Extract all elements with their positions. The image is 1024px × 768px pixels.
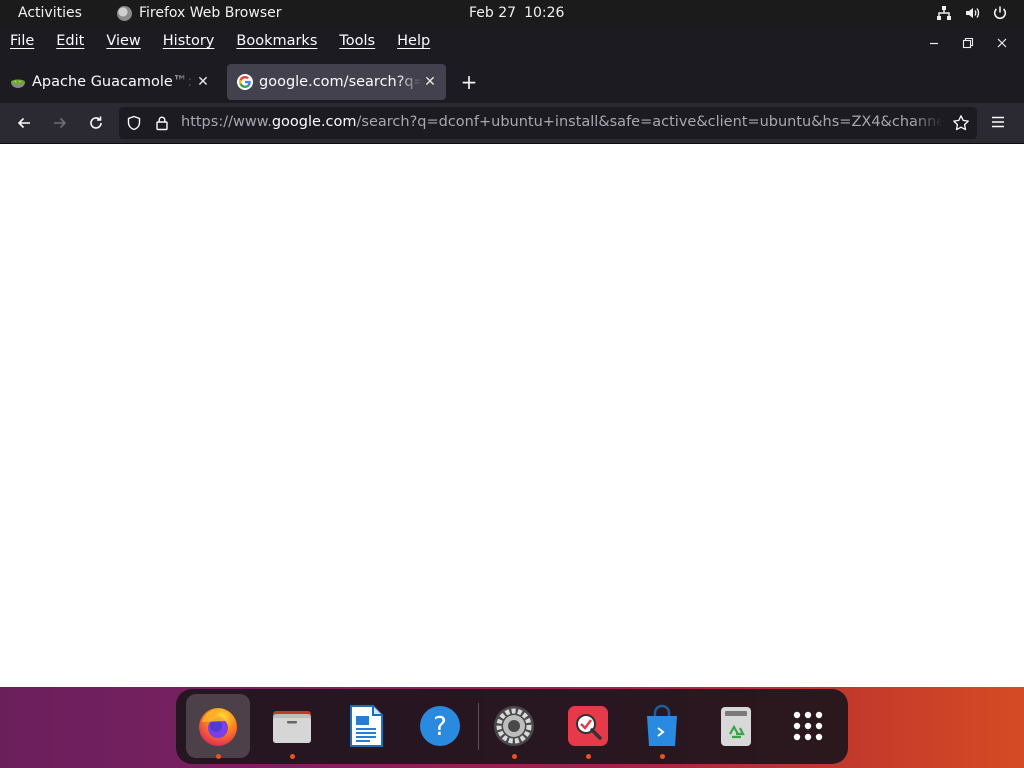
url-bar[interactable]: https://www.google.com/search?q=dconf+ub… bbox=[119, 107, 977, 139]
dock-trash[interactable] bbox=[704, 694, 768, 758]
menu-tools[interactable]: Tools bbox=[339, 33, 386, 49]
menu-view[interactable]: View bbox=[106, 33, 151, 49]
system-tray[interactable] bbox=[936, 5, 1008, 21]
tracking-protection-shield-icon[interactable] bbox=[126, 115, 142, 135]
close-icon bbox=[997, 38, 1007, 48]
dock-software-store[interactable] bbox=[630, 694, 694, 759]
clock-time: 10:26 bbox=[524, 5, 565, 21]
dock-show-apps[interactable] bbox=[776, 694, 840, 758]
dock-screenshot-tool[interactable] bbox=[556, 694, 620, 759]
network-icon bbox=[936, 5, 952, 21]
activities-button[interactable]: Activities bbox=[18, 5, 82, 21]
tab-close-icon[interactable]: ✕ bbox=[422, 74, 438, 90]
tab-title: Apache Guacamole™: 1.4 bbox=[32, 74, 195, 90]
firefox-mini-icon bbox=[117, 5, 132, 21]
gnome-top-bar: Activities Firefox Web Browser Feb 27 10… bbox=[0, 0, 1024, 27]
url-path: /search?q=dconf+ubuntu+install&safe=acti… bbox=[356, 114, 943, 130]
running-indicator bbox=[586, 754, 591, 759]
menu-help[interactable]: Help bbox=[397, 33, 441, 49]
forward-arrow-icon[interactable] bbox=[50, 113, 70, 133]
app-menu-label: Firefox Web Browser bbox=[139, 5, 282, 21]
running-indicator bbox=[660, 754, 665, 759]
files-icon bbox=[273, 711, 311, 743]
tab-google-search[interactable]: google.com/search?q=dc ✕ bbox=[227, 64, 446, 100]
guacamole-bowl-icon bbox=[10, 74, 26, 90]
minimize-icon bbox=[930, 42, 938, 45]
menu-bar: File Edit View History Bookmarks Tools H… bbox=[0, 27, 1024, 61]
trash-icon bbox=[721, 707, 751, 746]
tab-title: google.com/search?q=dc bbox=[259, 74, 422, 90]
menu-edit[interactable]: Edit bbox=[56, 33, 95, 49]
back-arrow-icon[interactable] bbox=[14, 113, 34, 133]
url-text[interactable]: https://www.google.com/search?q=dconf+ub… bbox=[181, 114, 943, 130]
dock-files[interactable] bbox=[260, 694, 324, 759]
show-apps-grid-icon bbox=[793, 711, 823, 741]
app-menu-hamburger-icon[interactable] bbox=[990, 114, 1006, 134]
minimize-button[interactable] bbox=[926, 35, 942, 51]
lock-icon[interactable] bbox=[154, 115, 170, 135]
volume-icon bbox=[964, 5, 980, 21]
dock-help[interactable]: ? bbox=[408, 694, 472, 758]
screenshot-tool-icon bbox=[568, 706, 608, 746]
running-indicator bbox=[512, 754, 517, 759]
restore-icon bbox=[962, 37, 974, 49]
url-prefix: https://www. bbox=[181, 114, 272, 130]
tab-guacamole[interactable]: Apache Guacamole™: 1.4 ✕ bbox=[0, 64, 219, 100]
restore-button[interactable] bbox=[960, 35, 976, 51]
running-indicator bbox=[290, 754, 295, 759]
reload-icon[interactable] bbox=[86, 113, 106, 133]
new-tab-plus-icon[interactable]: + bbox=[459, 72, 479, 93]
settings-icon bbox=[494, 706, 534, 746]
tab-bar: Apache Guacamole™: 1.4 ✕ google.com/sear… bbox=[0, 61, 1024, 103]
dock: ? bbox=[176, 689, 848, 764]
tab-close-icon[interactable]: ✕ bbox=[195, 74, 211, 90]
software-store-icon bbox=[647, 704, 677, 746]
dock-libreoffice-writer[interactable] bbox=[334, 694, 398, 758]
close-window-button[interactable] bbox=[994, 35, 1010, 51]
dock-separator bbox=[478, 703, 479, 750]
libreoffice-writer-icon bbox=[350, 705, 383, 747]
svg-text:?: ? bbox=[433, 712, 447, 742]
navigation-toolbar: https://www.google.com/search?q=dconf+ub… bbox=[0, 103, 1024, 144]
app-menu-button[interactable]: Firefox Web Browser bbox=[117, 5, 282, 21]
dock-firefox[interactable] bbox=[186, 694, 250, 759]
dock-settings[interactable] bbox=[482, 694, 546, 759]
clock-button[interactable]: Feb 27 10:26 bbox=[469, 5, 564, 21]
help-icon: ? bbox=[420, 706, 460, 746]
bookmark-star-icon[interactable] bbox=[952, 114, 970, 136]
menu-file[interactable]: File bbox=[10, 33, 45, 49]
google-g-icon bbox=[237, 74, 253, 90]
menu-history[interactable]: History bbox=[163, 33, 226, 49]
firefox-icon bbox=[199, 708, 237, 746]
page-content-viewport[interactable] bbox=[0, 144, 1024, 687]
power-icon bbox=[992, 5, 1008, 21]
menu-bookmarks[interactable]: Bookmarks bbox=[236, 33, 328, 49]
running-indicator bbox=[216, 754, 221, 759]
url-domain: google.com bbox=[271, 114, 357, 130]
clock-date: Feb 27 bbox=[469, 5, 517, 21]
